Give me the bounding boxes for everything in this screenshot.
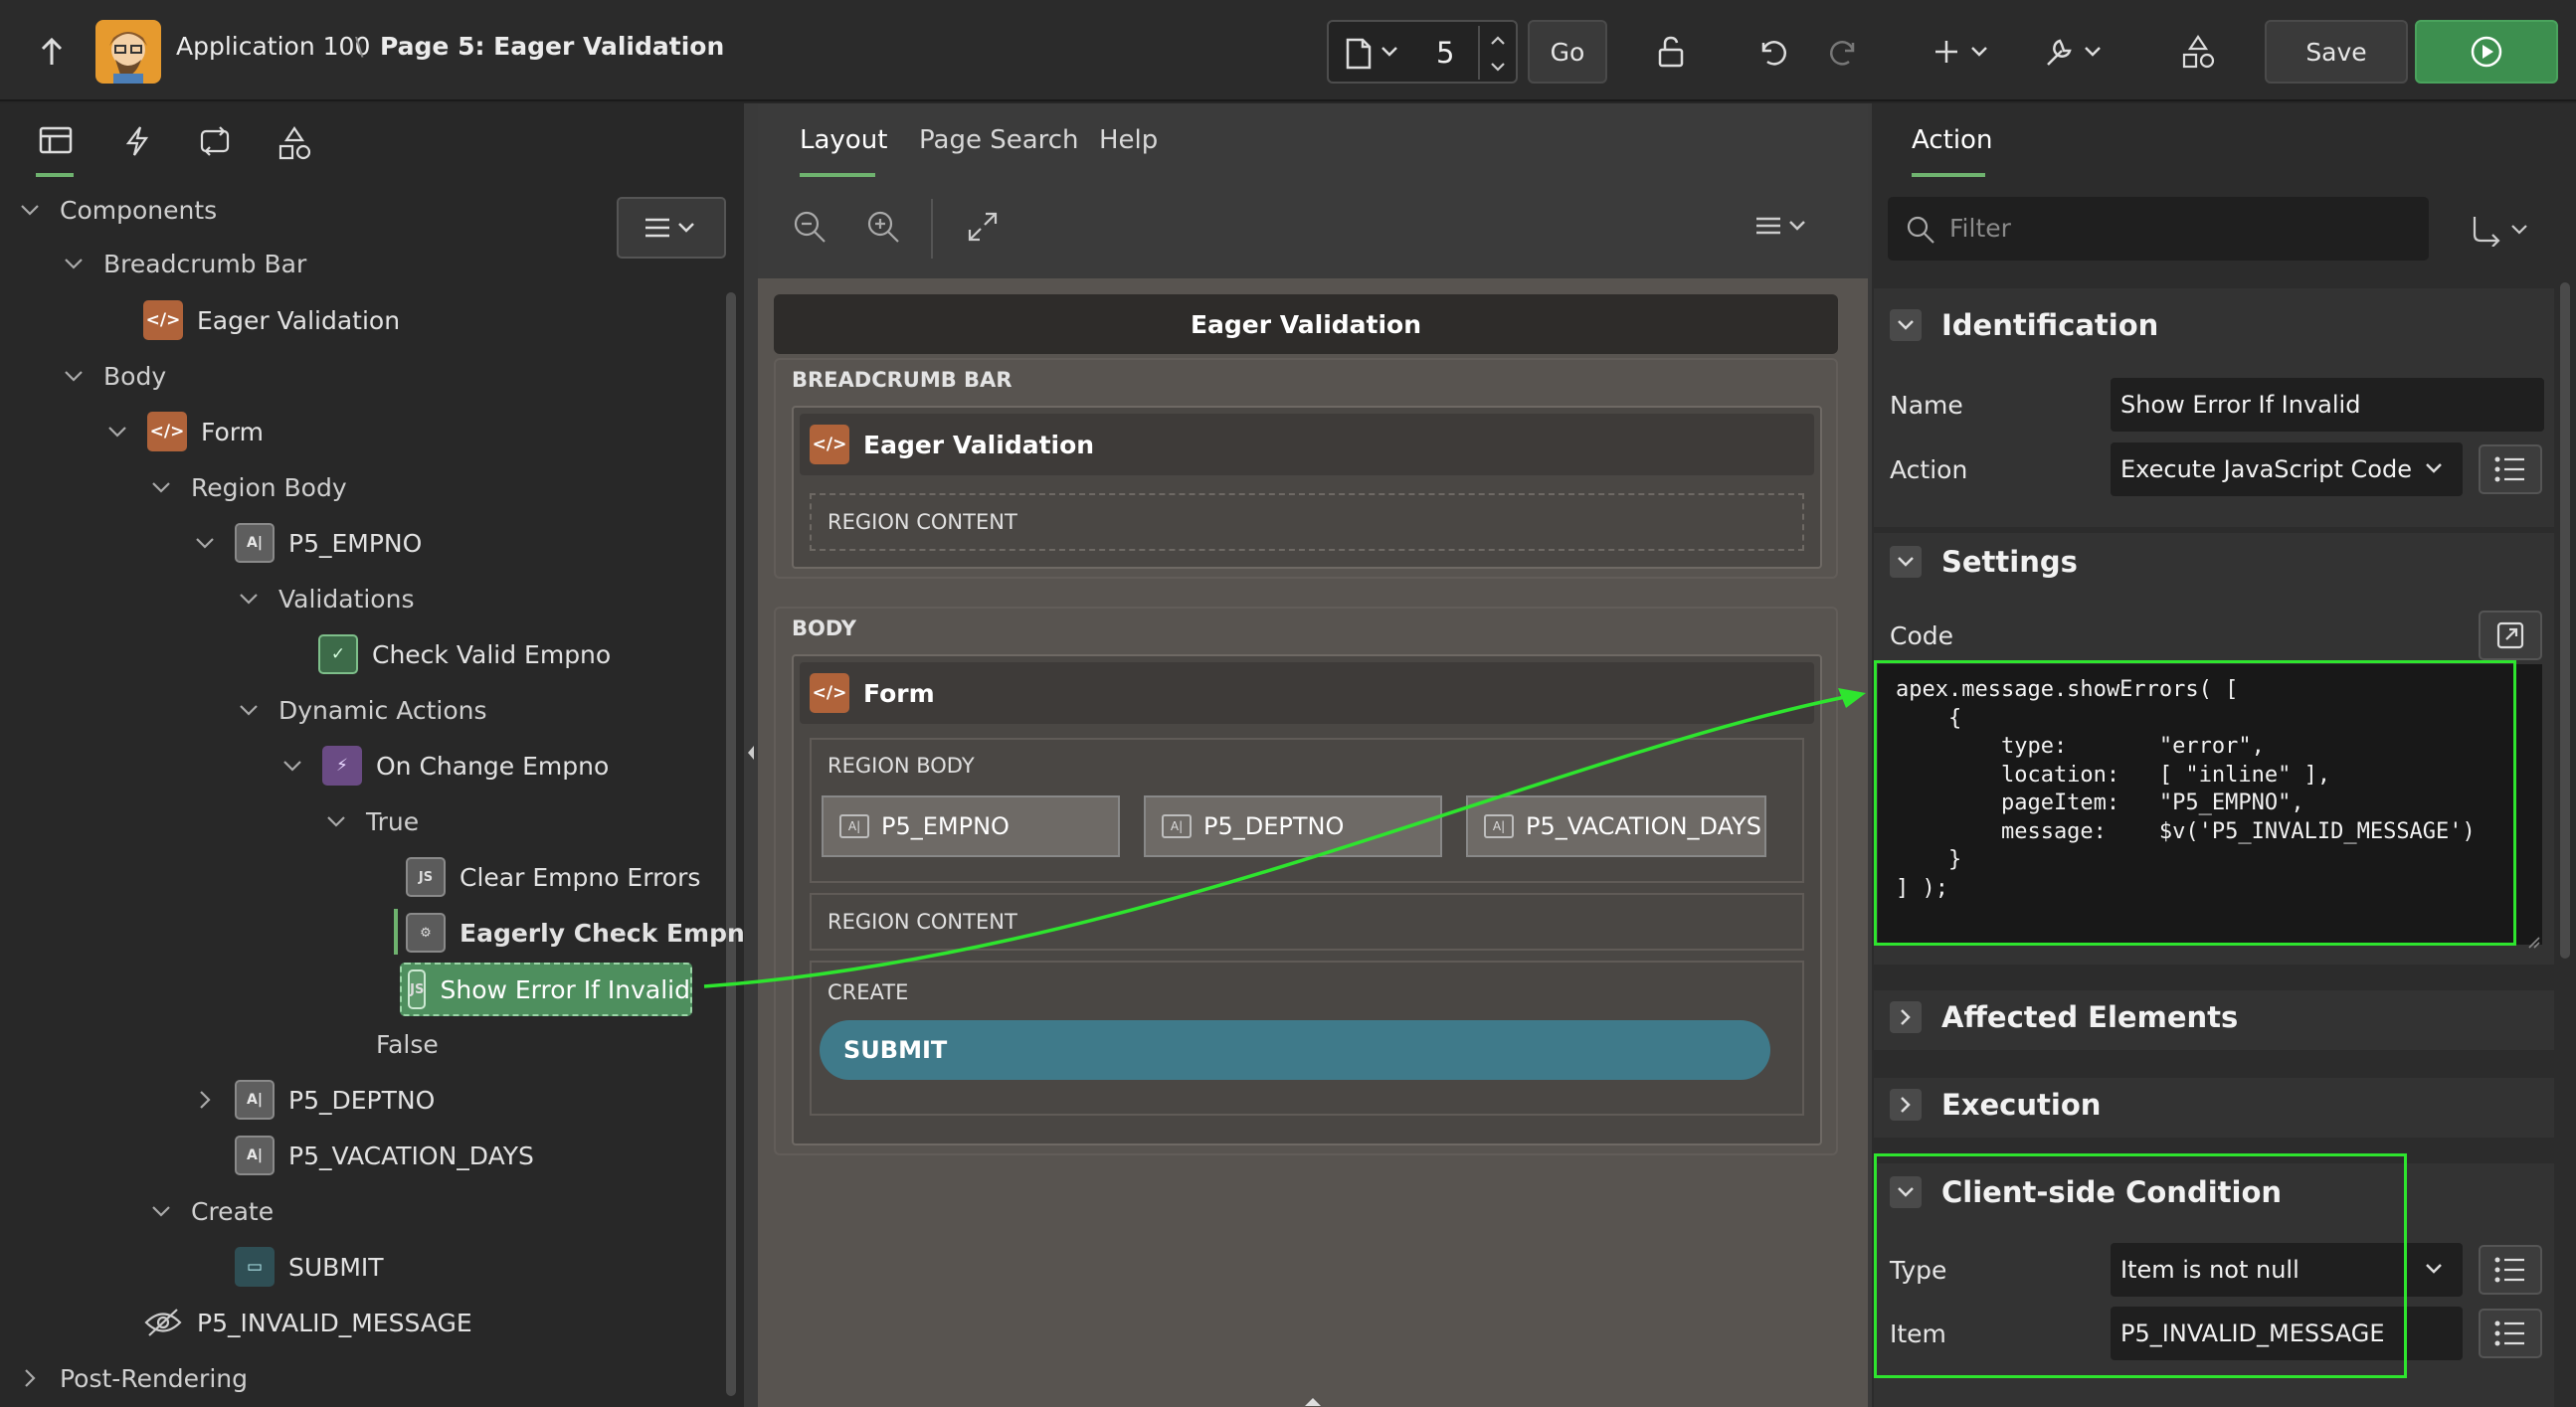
annotation-arrow <box>703 688 1866 988</box>
